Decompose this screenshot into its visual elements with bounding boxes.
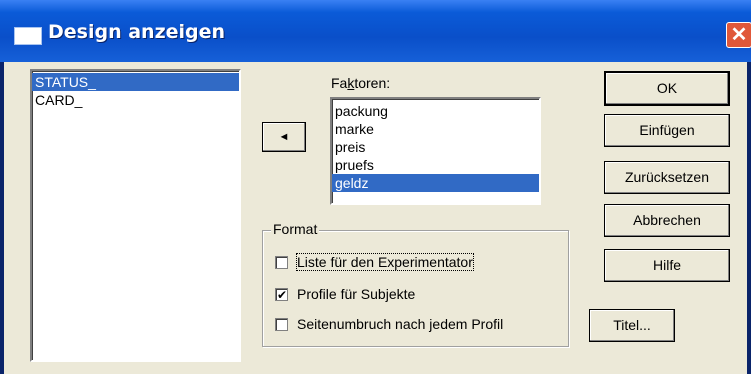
factor-item[interactable]: pruefs — [332, 156, 539, 174]
option-subject-profiles[interactable]: Profile für Subjekte — [275, 286, 415, 302]
window-title: Design anzeigen — [48, 21, 226, 43]
factor-item[interactable]: packung — [332, 102, 539, 120]
cancel-label: Abbrechen — [633, 212, 701, 228]
factor-item[interactable]: geldz — [332, 174, 539, 192]
title-bar[interactable]: Design anzeigen ✕ — [0, 0, 751, 62]
help-button[interactable]: Hilfe — [604, 249, 730, 282]
help-label: Hilfe — [652, 257, 681, 273]
left-arrow-icon: ◄ — [278, 131, 290, 143]
experimenter-list-checkbox[interactable] — [275, 255, 288, 269]
variable-item[interactable]: STATUS_ — [32, 73, 239, 91]
cancel-button[interactable]: Abbrechen — [604, 204, 730, 237]
format-caption: Format — [271, 221, 320, 237]
subject-profiles-label: Profile für Subjekte — [297, 286, 416, 302]
subject-profiles-checkbox[interactable] — [275, 287, 288, 301]
option-experimenter-list[interactable]: Liste für den Experimentator — [275, 253, 474, 271]
window-icon — [14, 27, 42, 45]
reset-button[interactable]: Zurücksetzen — [604, 161, 730, 194]
reset-label: Zurücksetzen — [624, 169, 710, 185]
variable-item[interactable]: CARD_ — [32, 91, 239, 109]
move-button[interactable]: ◄ — [262, 122, 306, 152]
insert-label: Einfügen — [639, 122, 695, 138]
page-break-label: Seitenumbruch nach jedem Profil — [297, 316, 504, 332]
close-button[interactable]: ✕ — [726, 22, 751, 48]
insert-button[interactable]: Einfügen — [604, 114, 730, 147]
factors-listbox[interactable]: packung marke preis pruefs geldz — [330, 97, 541, 205]
page-break-checkbox[interactable] — [275, 317, 288, 331]
factor-item[interactable]: preis — [332, 138, 539, 156]
titles-label: Titel... — [613, 317, 651, 333]
titles-button[interactable]: Titel... — [589, 309, 675, 342]
ok-label: OK — [656, 80, 678, 96]
factors-label: Faktoren: — [331, 75, 391, 91]
option-page-break[interactable]: Seitenumbruch nach jedem Profil — [275, 316, 503, 332]
ok-button[interactable]: OK — [604, 71, 730, 106]
variables-listbox[interactable]: STATUS_ CARD_ — [30, 69, 241, 362]
dialog-window: Design anzeigen ✕ STATUS_ CARD_ ◄ Faktor… — [0, 0, 751, 374]
experimenter-list-label: Liste für den Experimentator — [296, 253, 474, 271]
factor-item[interactable]: marke — [332, 120, 539, 138]
